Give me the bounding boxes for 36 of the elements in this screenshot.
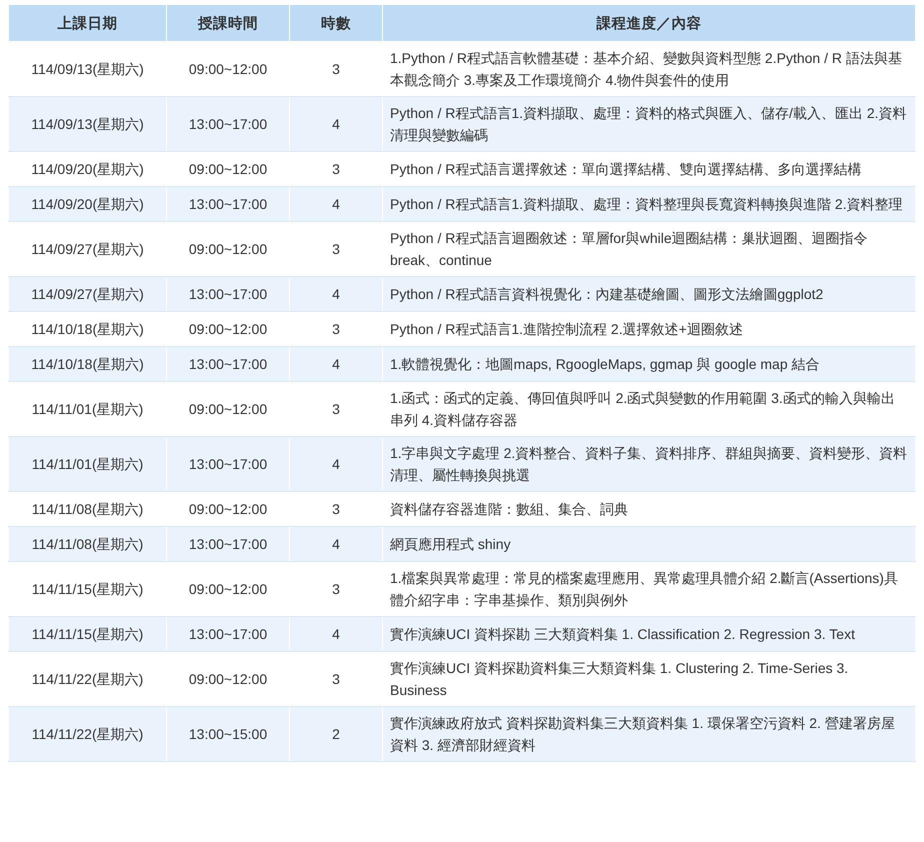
table-cell: 實作演練政府放式 資料探勘資料集三大類資料集 1. 環保署空污資料 2. 營建署房屋資料 3. 經濟部財經資料 — [382, 706, 916, 762]
table-cell: 114/11/22(星期六) — [8, 706, 166, 762]
table-cell: 114/11/08(星期六) — [8, 526, 166, 562]
table-cell: 4 — [290, 276, 382, 312]
table-cell: 13:00~17:00 — [166, 436, 290, 492]
table-cell: 實作演練UCI 資料探勘 三大類資料集 1. Classification 2. Regression 3. Text — [382, 616, 916, 652]
table-cell: 13:00~17:00 — [166, 96, 290, 152]
table-cell: 114/11/01(星期六) — [8, 436, 166, 492]
column-header: 授課時間 — [166, 4, 290, 42]
table-cell: 13:00~15:00 — [166, 706, 290, 762]
table-cell: 2 — [290, 706, 382, 762]
table-cell: 114/10/18(星期六) — [8, 346, 166, 382]
table-cell: 114/09/27(星期六) — [8, 276, 166, 312]
table-cell: Python / R程式語言1.資料擷取、處理：資料整理與長寬資料轉換與進階 2.資料整理 — [382, 186, 916, 222]
table-cell: 4 — [290, 186, 382, 222]
table-cell: 13:00~17:00 — [166, 186, 290, 222]
table-cell: Python / R程式語言1.資料擷取、處理：資料的格式與匯入、儲存/載入、匯出 2.資料清理與變數編碼 — [382, 96, 916, 152]
table-cell: 114/09/13(星期六) — [8, 96, 166, 152]
column-header: 上課日期 — [8, 4, 166, 42]
table-cell: 114/11/15(星期六) — [8, 616, 166, 652]
table-cell: 13:00~17:00 — [166, 616, 290, 652]
table-cell: 4 — [290, 616, 382, 652]
table-cell: Python / R程式語言資料視覺化：內建基礎繪圖、圖形文法繪圖ggplot2 — [382, 276, 916, 312]
column-header: 課程進度／內容 — [382, 4, 916, 42]
column-header: 時數 — [290, 4, 382, 42]
table-cell: 4 — [290, 96, 382, 152]
table-cell: 4 — [290, 436, 382, 492]
table-cell: 網頁應用程式 shiny — [382, 526, 916, 562]
table-cell: 114/09/20(星期六) — [8, 186, 166, 222]
table-cell: 13:00~17:00 — [166, 346, 290, 382]
table-cell: 13:00~17:00 — [166, 526, 290, 562]
table-cell: 4 — [290, 346, 382, 382]
table-cell: 1.軟體視覺化：地圖maps, RgoogleMaps, ggmap 與 google map 結合 — [382, 346, 916, 382]
table-cell: 13:00~17:00 — [166, 276, 290, 312]
table-cell: 1.字串與文字處理 2.資料整合、資料子集、資料排序、群組與摘要、資料變形、資料清理、屬性轉換與挑選 — [382, 436, 916, 492]
table-cell: 4 — [290, 526, 382, 562]
